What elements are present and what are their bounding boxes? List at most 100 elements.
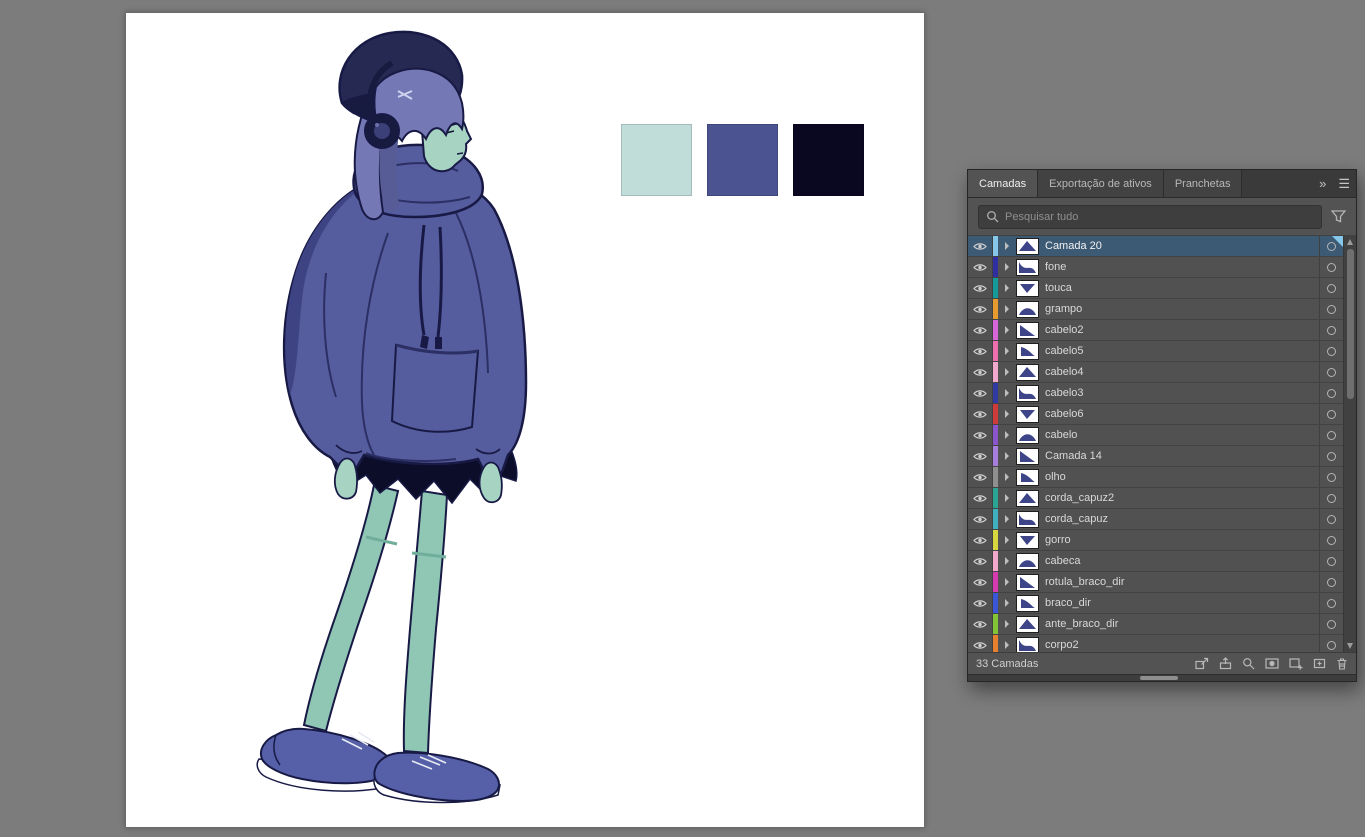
visibility-toggle[interactable] [968, 635, 993, 652]
new-sublayer-icon[interactable] [1289, 657, 1303, 670]
target-cell[interactable] [1319, 614, 1343, 634]
expand-toggle[interactable] [998, 263, 1015, 271]
visibility-toggle[interactable] [968, 341, 993, 361]
target-cell[interactable] [1319, 320, 1343, 340]
layer-thumbnail[interactable] [1016, 426, 1039, 444]
visibility-toggle[interactable] [968, 446, 993, 466]
layer-thumbnail[interactable] [1016, 300, 1039, 318]
layer-row[interactable]: cabelo5 [968, 341, 1343, 362]
visibility-toggle[interactable] [968, 404, 993, 424]
target-cell[interactable] [1319, 404, 1343, 424]
target-cell[interactable] [1319, 509, 1343, 529]
visibility-toggle[interactable] [968, 593, 993, 613]
expand-toggle[interactable] [998, 326, 1015, 334]
layer-row[interactable]: rotula_braco_dir [968, 572, 1343, 593]
layer-row[interactable]: gorro [968, 530, 1343, 551]
target-cell[interactable] [1319, 257, 1343, 277]
expand-toggle[interactable] [998, 347, 1015, 355]
tab-exportacao-de-ativos[interactable]: Exportação de ativos [1038, 170, 1164, 197]
target-cell[interactable] [1319, 635, 1343, 652]
expand-toggle[interactable] [998, 599, 1015, 607]
clipping-mask-icon[interactable] [1265, 657, 1279, 670]
layer-row[interactable]: grampo [968, 299, 1343, 320]
sneaker-near[interactable] [256, 727, 393, 792]
layer-thumbnail[interactable] [1016, 279, 1039, 297]
target-cell[interactable] [1319, 362, 1343, 382]
expand-toggle[interactable] [998, 557, 1015, 565]
expand-toggle[interactable] [998, 620, 1015, 628]
layer-row[interactable]: cabelo6 [968, 404, 1343, 425]
target-cell[interactable] [1319, 530, 1343, 550]
visibility-toggle[interactable] [968, 509, 993, 529]
search-input[interactable] [1005, 210, 1314, 223]
layer-row[interactable]: corpo2 [968, 635, 1343, 652]
layer-thumbnail[interactable] [1016, 615, 1039, 633]
tab-camadas[interactable]: Camadas [968, 170, 1039, 197]
layer-thumbnail[interactable] [1016, 468, 1039, 486]
sneaker-far[interactable] [373, 751, 501, 804]
layer-thumbnail[interactable] [1016, 405, 1039, 423]
layer-row[interactable]: cabelo2 [968, 320, 1343, 341]
expand-toggle[interactable] [998, 473, 1015, 481]
expand-toggle[interactable] [998, 578, 1015, 586]
target-cell[interactable] [1319, 488, 1343, 508]
new-layer-icon[interactable] [1313, 657, 1326, 670]
expand-toggle[interactable] [998, 305, 1015, 313]
expand-toggle[interactable] [998, 368, 1015, 376]
layer-row[interactable]: touca [968, 278, 1343, 299]
layer-thumbnail[interactable] [1016, 384, 1039, 402]
visibility-toggle[interactable] [968, 236, 993, 256]
scroll-down-icon[interactable] [1347, 643, 1353, 649]
target-cell[interactable] [1319, 551, 1343, 571]
target-cell[interactable] [1319, 593, 1343, 613]
layer-thumbnail[interactable] [1016, 573, 1039, 591]
target-cell[interactable] [1319, 278, 1343, 298]
visibility-toggle[interactable] [968, 362, 993, 382]
expand-toggle[interactable] [998, 494, 1015, 502]
target-cell[interactable] [1319, 446, 1343, 466]
filter-icon[interactable] [1331, 210, 1346, 223]
layer-thumbnail[interactable] [1016, 594, 1039, 612]
target-cell[interactable] [1319, 341, 1343, 361]
layer-row[interactable]: Camada 20 [968, 236, 1343, 257]
target-cell[interactable] [1319, 383, 1343, 403]
visibility-toggle[interactable] [968, 551, 993, 571]
layer-row[interactable]: cabelo4 [968, 362, 1343, 383]
target-cell[interactable] [1319, 467, 1343, 487]
layer-thumbnail[interactable] [1016, 321, 1039, 339]
expand-toggle[interactable] [998, 410, 1015, 418]
horizontal-scrollbar-thumb[interactable] [1140, 676, 1178, 680]
layer-row[interactable]: cabeca [968, 551, 1343, 572]
tab-pranchetas[interactable]: Pranchetas [1163, 170, 1243, 197]
legs[interactable] [302, 483, 449, 755]
expand-toggle[interactable] [998, 389, 1015, 397]
layer-thumbnail[interactable] [1016, 258, 1039, 276]
locate-object-icon[interactable] [1195, 657, 1209, 670]
visibility-toggle[interactable] [968, 257, 993, 277]
search-box[interactable] [978, 204, 1322, 229]
layer-thumbnail[interactable] [1016, 552, 1039, 570]
visibility-toggle[interactable] [968, 530, 993, 550]
visibility-toggle[interactable] [968, 488, 993, 508]
layer-row[interactable]: braco_dir [968, 593, 1343, 614]
layer-row[interactable]: cabelo3 [968, 383, 1343, 404]
expand-toggle[interactable] [998, 641, 1015, 649]
layer-thumbnail[interactable] [1016, 342, 1039, 360]
hoodie[interactable] [282, 173, 528, 479]
panel-menu-icon[interactable]: ☰ [1332, 170, 1356, 197]
visibility-toggle[interactable] [968, 320, 993, 340]
expand-toggle[interactable] [998, 284, 1015, 292]
visibility-toggle[interactable] [968, 572, 993, 592]
panel-overflow-icon[interactable]: » [1313, 170, 1332, 197]
layer-row[interactable]: cabelo [968, 425, 1343, 446]
expand-toggle[interactable] [998, 242, 1015, 250]
artboard-canvas[interactable] [125, 12, 925, 828]
vertical-scrollbar[interactable] [1343, 236, 1356, 652]
delete-layer-icon[interactable] [1336, 657, 1348, 670]
layer-thumbnail[interactable] [1016, 510, 1039, 528]
expand-toggle[interactable] [998, 452, 1015, 460]
layer-thumbnail[interactable] [1016, 237, 1039, 255]
scroll-up-icon[interactable] [1347, 239, 1353, 245]
layer-thumbnail[interactable] [1016, 636, 1039, 652]
visibility-toggle[interactable] [968, 467, 993, 487]
